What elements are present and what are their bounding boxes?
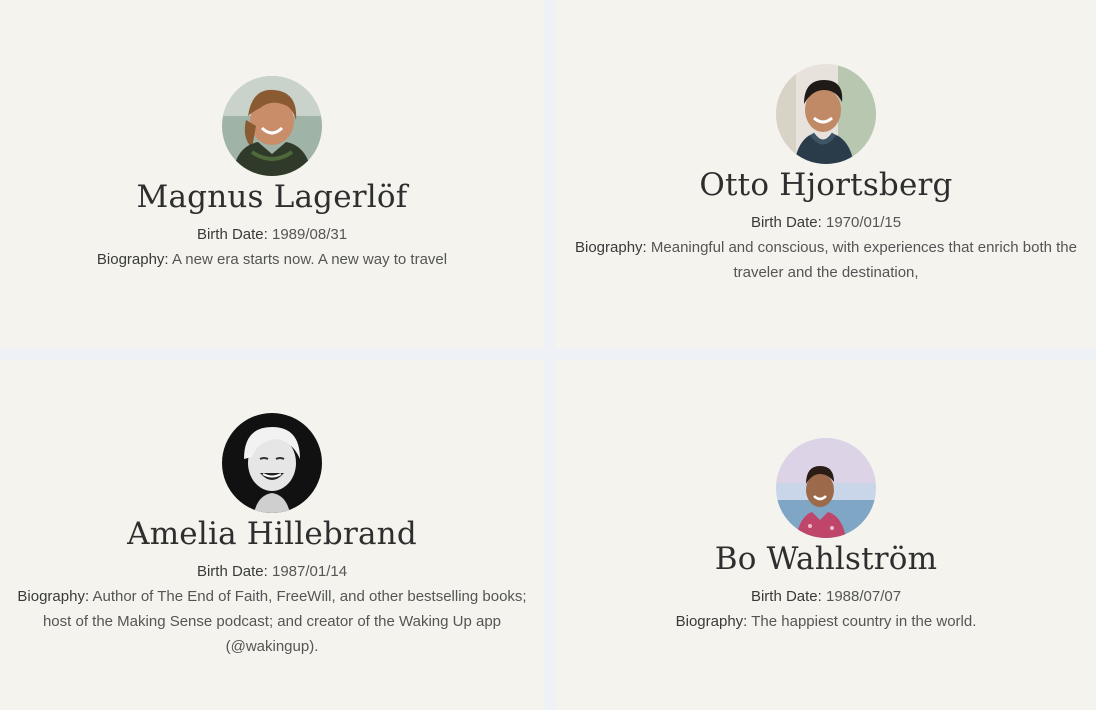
biography-text: Author of The End of Faith, FreeWill, an… [42,588,527,655]
birth-date-value: 1987/01/14 [271,563,348,580]
author-name: Magnus Lagerlöf [136,179,408,215]
biography-label: Biography: [675,613,748,630]
biography-row: Biography: Meaningful and conscious, wit… [566,235,1086,285]
birth-date-row: Birth Date: 1987/01/14 [0,559,544,584]
portrait-laughing-man-icon [222,76,322,176]
portrait-laughing-woman-icon [222,413,322,513]
author-card[interactable]: Otto Hjortsberg Birth Date: 1970/01/15 B… [556,0,1096,348]
author-card[interactable]: Magnus Lagerlöf Birth Date: 1989/08/31 B… [0,0,544,348]
birth-date-value: 1989/08/31 [271,226,348,243]
birth-date-label: Birth Date: [750,214,822,231]
authors-grid: Magnus Lagerlöf Birth Date: 1989/08/31 B… [0,0,1096,710]
birth-date-row: Birth Date: 1970/01/15 [556,210,1096,235]
birth-date-row: Birth Date: 1989/08/31 [0,222,544,247]
author-card-content: Amelia Hillebrand Birth Date: 1987/01/14… [0,413,544,659]
biography-row: Biography: A new era starts now. A new w… [37,247,507,272]
author-name: Otto Hjortsberg [699,167,953,203]
biography-label: Biography: [575,239,647,256]
biography-text: The happiest country in the world. [751,613,977,630]
birth-date-label: Birth Date: [750,588,822,605]
biography-text: Meaningful and conscious, with experienc… [650,239,1077,281]
author-card[interactable]: Amelia Hillebrand Birth Date: 1987/01/14… [0,360,544,710]
author-card-content: Otto Hjortsberg Birth Date: 1970/01/15 B… [556,64,1096,285]
author-card-content: Magnus Lagerlöf Birth Date: 1989/08/31 B… [0,76,544,272]
birth-date-value: 1988/07/07 [825,588,902,605]
author-card-content: Bo Wahlström Birth Date: 1988/07/07 Biog… [556,438,1096,634]
biography-row: Biography: The happiest country in the w… [576,609,1076,634]
birth-date-value: 1970/01/15 [825,214,902,231]
author-name: Bo Wahlström [714,541,938,577]
birth-date-label: Birth Date: [196,563,268,580]
biography-label: Biography: [17,588,90,605]
birth-date-row: Birth Date: 1988/07/07 [556,584,1096,609]
portrait-smiling-man-icon [776,64,876,164]
portrait-beach-man-icon [776,438,876,538]
biography-text: A new era starts now. A new way to trave… [171,251,448,268]
biography-label: Biography: [96,251,169,268]
biography-row: Biography: Author of The End of Faith, F… [12,584,532,659]
author-name: Amelia Hillebrand [127,516,417,552]
author-card[interactable]: Bo Wahlström Birth Date: 1988/07/07 Biog… [556,360,1096,710]
birth-date-label: Birth Date: [196,226,268,243]
